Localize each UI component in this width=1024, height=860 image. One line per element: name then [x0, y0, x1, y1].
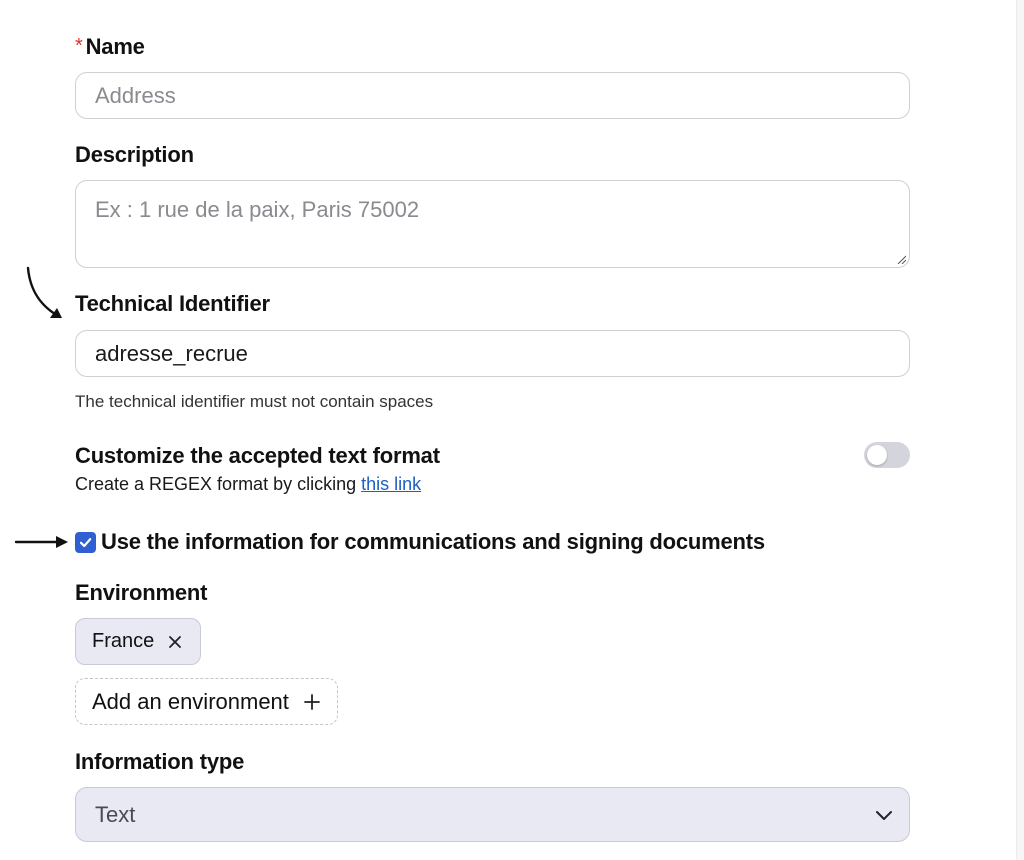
description-placeholder: Ex : 1 rue de la paix, Paris 75002 — [95, 197, 420, 222]
text-format-description: Create a REGEX format by clicking this l… — [75, 474, 421, 495]
text-format-toggle[interactable] — [864, 442, 910, 468]
information-type-select[interactable]: Text — [75, 787, 910, 842]
scrollbar-track[interactable] — [1016, 0, 1024, 860]
description-textarea[interactable]: Ex : 1 rue de la paix, Paris 75002 — [75, 180, 910, 268]
curved-arrow-icon — [26, 266, 62, 319]
toggle-knob — [867, 445, 887, 465]
technical-identifier-input[interactable]: adresse_recrue — [75, 330, 910, 377]
information-type-value: Text — [95, 801, 136, 827]
straight-arrow-icon — [14, 536, 68, 548]
technical-identifier-label: Technical Identifier — [75, 291, 270, 316]
description-label: Description — [75, 142, 194, 167]
required-marker: * — [75, 35, 83, 57]
environment-label: Environment — [75, 580, 208, 605]
environment-chip-france: France — [75, 618, 202, 665]
name-input[interactable]: Address — [75, 72, 910, 119]
checkmark-icon — [79, 538, 92, 548]
plus-icon — [304, 693, 320, 710]
name-placeholder: Address — [95, 82, 176, 108]
environment-chip-label: France — [92, 630, 155, 652]
information-type-label: Information type — [75, 749, 245, 774]
form-page: * Name Address Description Ex : 1 rue de … — [0, 0, 1024, 860]
name-label: * Name — [75, 34, 145, 61]
text-format-label: Customize the accepted text format — [75, 443, 440, 468]
technical-identifier-value: adresse_recrue — [95, 340, 248, 366]
add-environment-button[interactable]: Add an environment — [75, 678, 338, 725]
use-info-checkbox[interactable] — [75, 532, 96, 553]
name-label-text: Name — [85, 34, 145, 59]
close-icon[interactable] — [168, 635, 182, 649]
regex-link[interactable]: this link — [361, 474, 421, 494]
resize-grip-icon[interactable] — [896, 254, 906, 264]
technical-identifier-helper: The technical identifier must not contai… — [75, 392, 434, 411]
add-environment-label: Add an environment — [92, 688, 289, 714]
chevron-down-icon — [876, 811, 892, 820]
use-info-label[interactable]: Use the information for communications a… — [101, 529, 765, 555]
text-format-description-prefix: Create a REGEX format by clicking — [75, 474, 362, 494]
